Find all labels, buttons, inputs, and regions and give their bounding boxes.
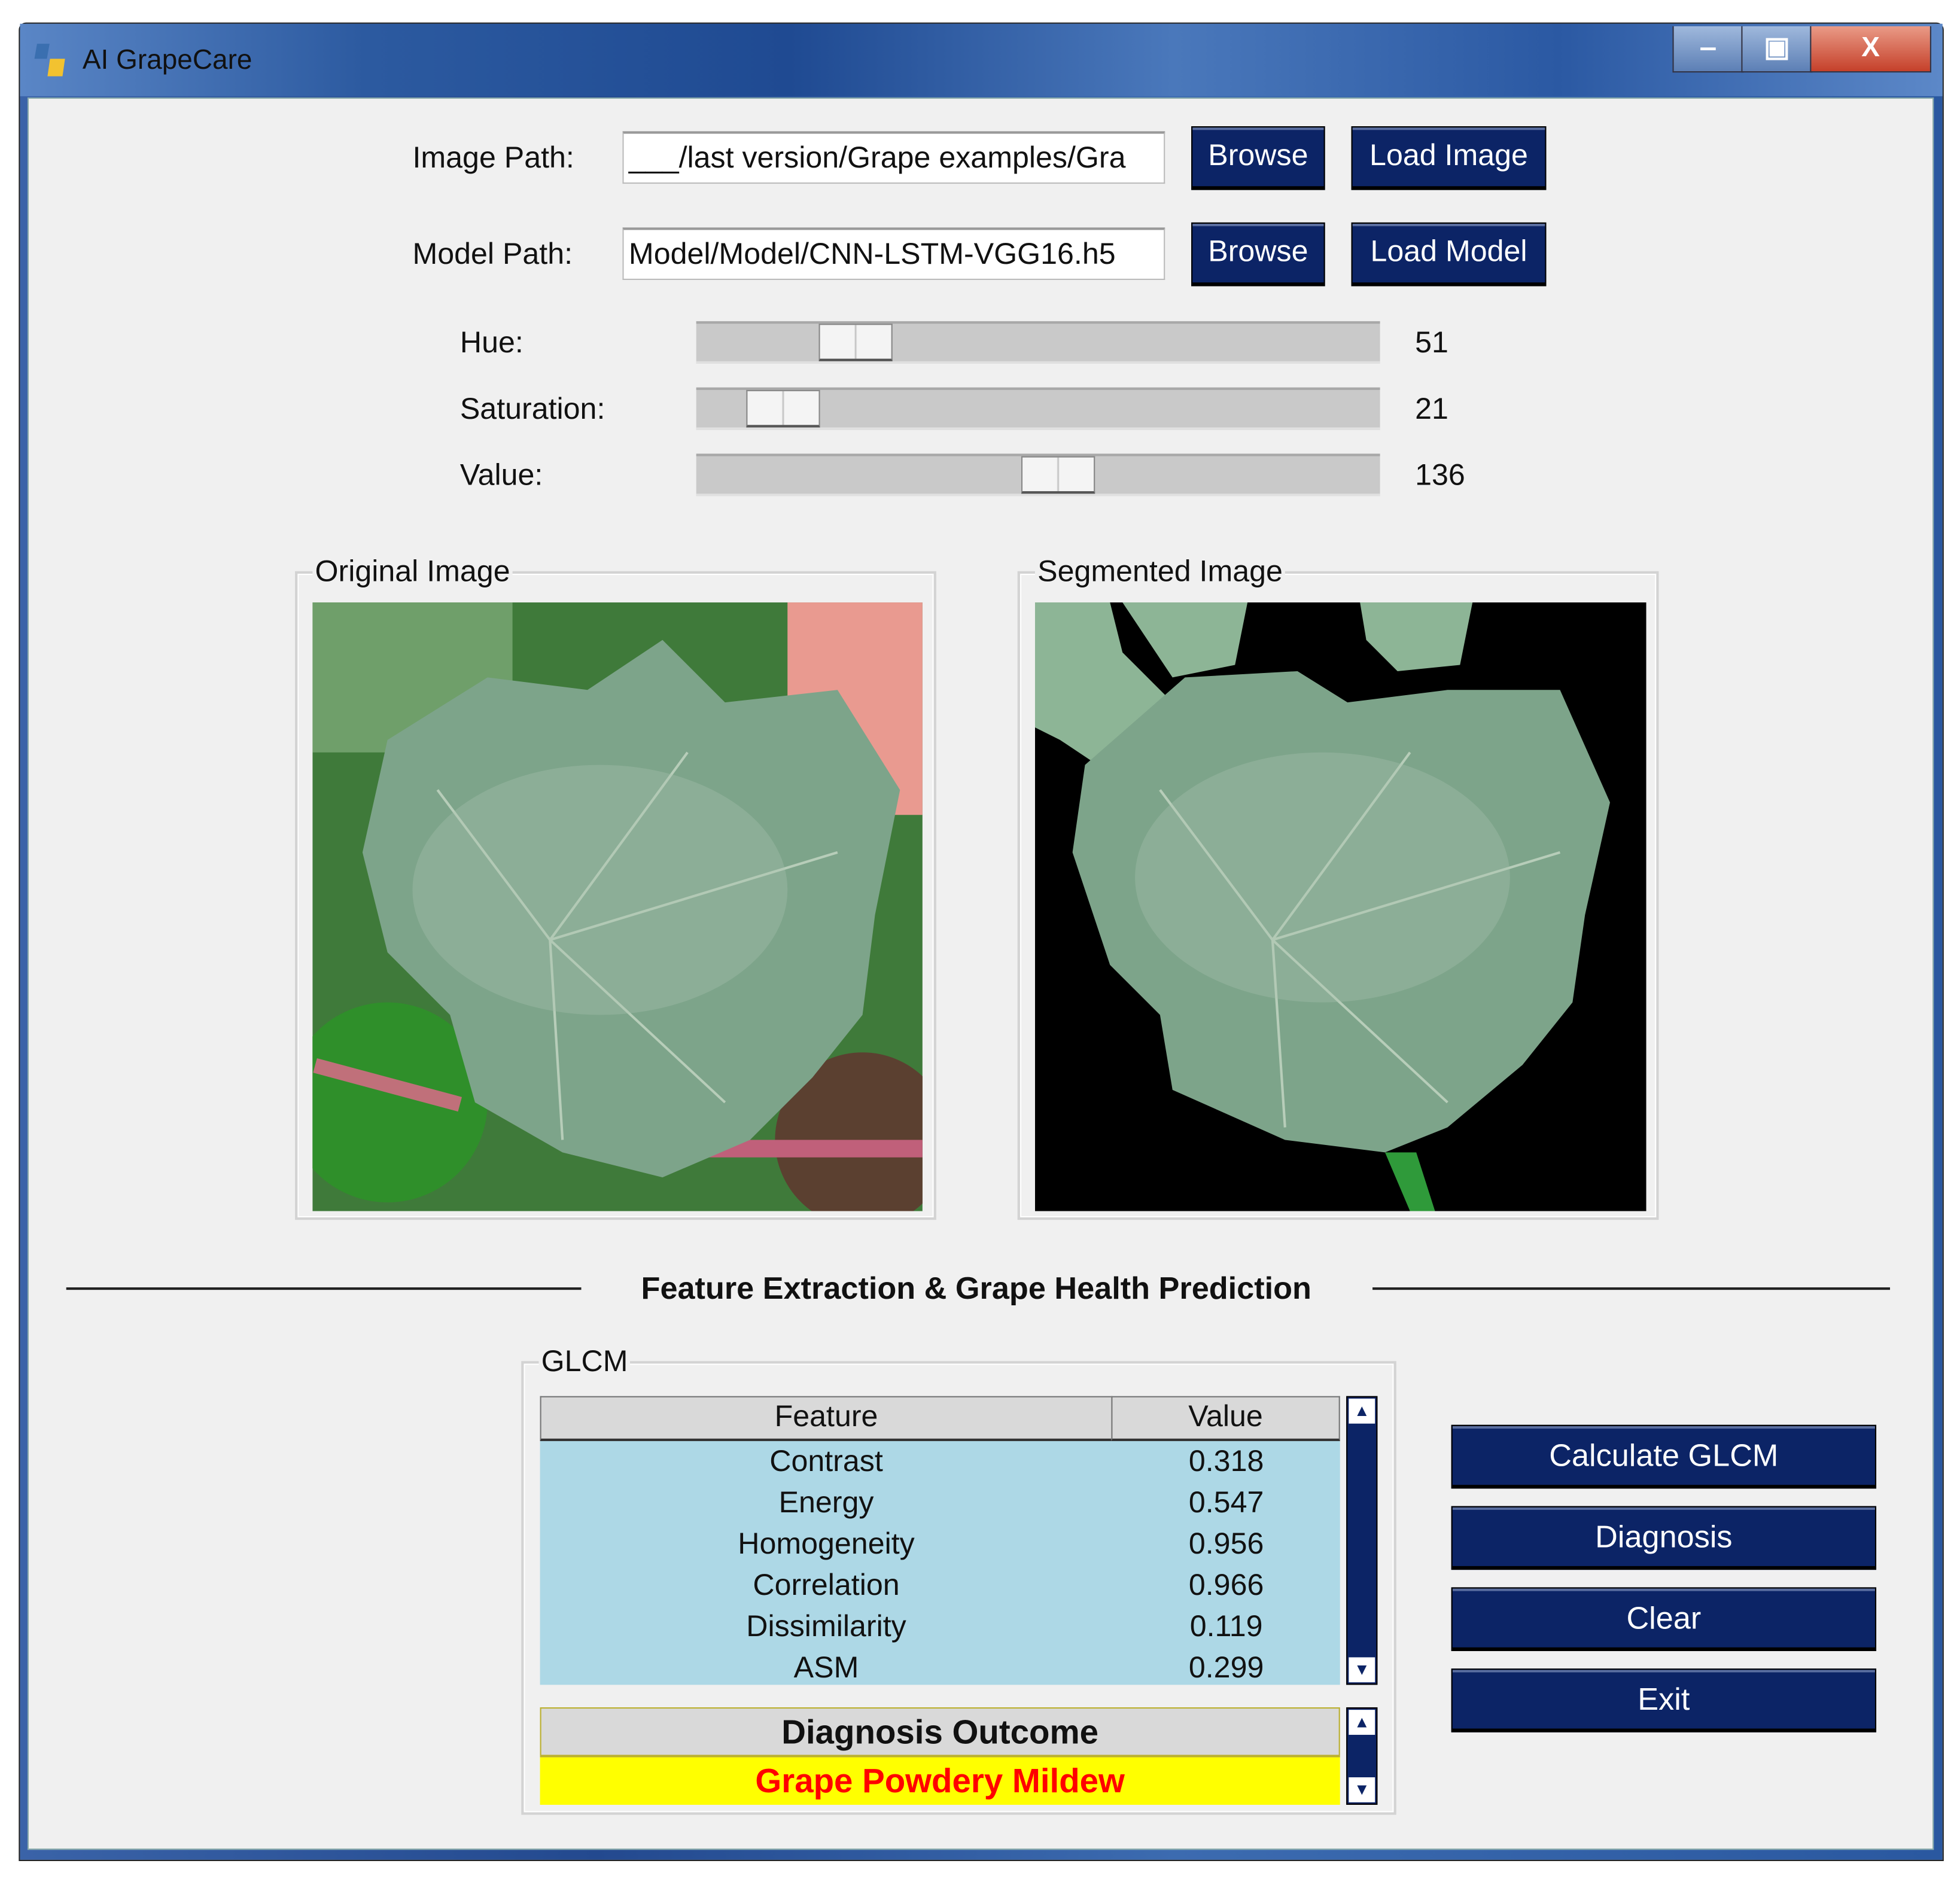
segmented-leaf-image — [1034, 602, 1646, 1211]
saturation-slider[interactable] — [696, 387, 1380, 430]
saturation-slider-thumb[interactable] — [746, 389, 820, 428]
section-title: Feature Extraction & Grape Health Predic… — [641, 1271, 1311, 1307]
exit-button[interactable]: Exit — [1451, 1668, 1877, 1732]
value-cell: 0.318 — [1188, 1445, 1264, 1479]
feature-cell: Energy — [778, 1486, 874, 1520]
model-path-label: Model Path: — [412, 237, 573, 272]
table-row[interactable]: Correlation 0.966 — [540, 1565, 1340, 1606]
scroll-down-icon[interactable]: ▼ — [1349, 1657, 1375, 1683]
original-image-group: Original Image — [295, 556, 936, 1220]
separator-left — [66, 1287, 582, 1290]
hue-slider[interactable] — [696, 321, 1380, 364]
table-row[interactable]: Energy 0.547 — [540, 1482, 1340, 1524]
scroll-up-icon[interactable]: ▲ — [1349, 1398, 1375, 1424]
load-model-button[interactable]: Load Model — [1351, 222, 1547, 287]
value-label: Value: — [459, 458, 543, 493]
glcm-table: Feature Value Contrast 0.318 Energy 0.547 Ho… — [540, 1396, 1340, 1685]
diagnosis-outcome-header: Diagnosis Outcome — [540, 1707, 1340, 1758]
diagnosis-outcome-value: Grape Powdery Mildew — [540, 1757, 1340, 1805]
diagnosis-button[interactable]: Diagnosis — [1451, 1506, 1877, 1570]
feature-cell: ASM — [793, 1650, 859, 1685]
clear-button[interactable]: Clear — [1451, 1587, 1877, 1651]
feature-cell: Correlation — [753, 1569, 900, 1603]
saturation-label: Saturation: — [459, 392, 605, 427]
model-path-input[interactable]: Model/Model/CNN-LSTM-VGG16.h5 — [622, 227, 1165, 281]
saturation-value: 21 — [1415, 392, 1448, 427]
hue-slider-thumb[interactable] — [818, 324, 892, 361]
value-cell: 0.966 — [1188, 1569, 1264, 1603]
outcome-scrollbar[interactable]: ▲ ▼ — [1346, 1707, 1378, 1805]
minimize-button[interactable]: ‒ — [1672, 26, 1744, 73]
scroll-down-icon[interactable]: ▼ — [1349, 1777, 1375, 1802]
browse-image-button[interactable]: Browse — [1191, 126, 1325, 190]
value-cell: 0.956 — [1188, 1527, 1264, 1561]
table-row[interactable]: ASM 0.299 — [540, 1648, 1340, 1689]
table-row[interactable]: Contrast 0.318 — [540, 1441, 1340, 1482]
calculate-glcm-button[interactable]: Calculate GLCM — [1451, 1424, 1877, 1489]
table-row[interactable]: Homogeneity 0.956 — [540, 1524, 1340, 1565]
window-title: AI GrapeCare — [82, 44, 252, 75]
image-path-label: Image Path: — [412, 141, 574, 175]
feature-cell: Contrast — [769, 1445, 883, 1479]
browse-model-button[interactable]: Browse — [1191, 222, 1325, 287]
close-button[interactable]: X — [1810, 26, 1931, 73]
feature-cell: Homogeneity — [738, 1527, 915, 1561]
value-cell: 0.119 — [1189, 1610, 1263, 1644]
column-header-feature[interactable]: Feature — [540, 1396, 1113, 1441]
maximize-button[interactable]: ▣ — [1741, 26, 1813, 73]
glcm-scrollbar[interactable]: ▲ ▼ — [1346, 1396, 1378, 1685]
hue-label: Hue: — [459, 326, 524, 360]
title-bar[interactable]: AI GrapeCare ‒ ▣ X — [20, 23, 1943, 96]
value-value: 136 — [1415, 458, 1465, 493]
original-leaf-image — [312, 602, 923, 1211]
value-slider-thumb[interactable] — [1021, 456, 1095, 494]
hue-value: 51 — [1415, 326, 1448, 360]
image-path-input[interactable]: ___/last version/Grape examples/Gra — [622, 131, 1165, 184]
glcm-title: GLCM — [538, 1345, 631, 1379]
column-header-value[interactable]: Value — [1111, 1396, 1340, 1441]
original-image-title: Original Image — [312, 556, 513, 589]
feature-cell: Dissimilarity — [746, 1610, 906, 1644]
scroll-up-icon[interactable]: ▲ — [1349, 1710, 1375, 1735]
load-image-button[interactable]: Load Image — [1351, 126, 1547, 190]
value-cell: 0.299 — [1188, 1650, 1264, 1685]
value-slider[interactable] — [696, 453, 1380, 497]
value-cell: 0.547 — [1188, 1486, 1264, 1520]
segmented-image-title: Segmented Image — [1034, 556, 1286, 589]
separator-right — [1372, 1287, 1891, 1290]
segmented-image-group: Segmented Image — [1017, 556, 1659, 1220]
python-logo-icon — [34, 44, 65, 77]
table-row[interactable]: Dissimilarity 0.119 — [540, 1606, 1340, 1648]
